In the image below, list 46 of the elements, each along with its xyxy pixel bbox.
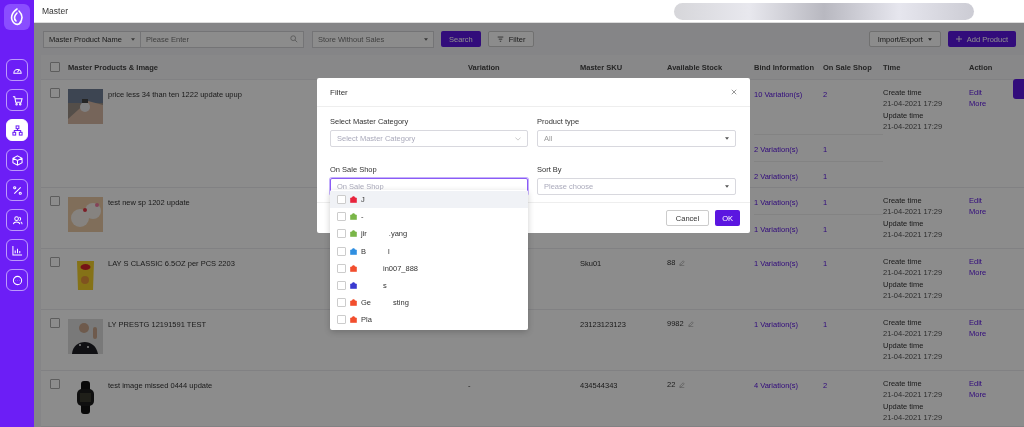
page-title: Master xyxy=(42,6,68,16)
percent-icon xyxy=(11,184,23,196)
option-checkbox[interactable] xyxy=(337,195,346,205)
caret-icon xyxy=(131,37,135,41)
row-checkbox[interactable] xyxy=(49,196,60,206)
sitemap-icon xyxy=(11,124,23,136)
row-checkbox[interactable] xyxy=(49,257,60,267)
nav-percent-button[interactable] xyxy=(6,179,28,201)
chevron-icon xyxy=(515,136,521,141)
nav-cart-button[interactable] xyxy=(6,89,28,111)
edit-icon[interactable] xyxy=(679,381,686,388)
caret-icon xyxy=(725,184,729,188)
cart-icon xyxy=(11,94,23,106)
option-checkbox[interactable] xyxy=(337,298,346,308)
search-icon[interactable] xyxy=(290,35,298,43)
option-checkbox[interactable] xyxy=(337,229,346,239)
plus-icon xyxy=(955,36,962,42)
select-all-checkbox[interactable] xyxy=(49,62,60,72)
nav-users-button[interactable] xyxy=(6,209,28,231)
close-icon[interactable] xyxy=(731,89,737,95)
filter-icon xyxy=(496,35,504,43)
nav-sitemap-button[interactable] xyxy=(6,119,28,141)
dialog-title: Filter xyxy=(330,87,348,97)
row-checkbox[interactable] xyxy=(49,379,60,389)
chat-icon xyxy=(11,274,23,286)
option-checkbox[interactable] xyxy=(337,212,346,222)
option-checkbox[interactable] xyxy=(337,263,346,273)
option-checkbox[interactable] xyxy=(337,315,346,325)
help-tab[interactable] xyxy=(1013,79,1024,99)
row-checkbox[interactable] xyxy=(49,88,60,98)
edit-icon[interactable] xyxy=(687,320,694,327)
box-icon xyxy=(11,154,23,166)
row-checkbox[interactable] xyxy=(49,318,60,328)
logo-icon xyxy=(4,4,30,30)
option-checkbox[interactable] xyxy=(337,246,346,256)
nav-gauge-button[interactable] xyxy=(6,59,28,81)
caret-icon xyxy=(927,37,932,41)
caret-icon xyxy=(424,37,428,41)
option-checkbox[interactable] xyxy=(337,281,346,291)
nav-chat-button[interactable] xyxy=(6,269,28,291)
chart-icon xyxy=(11,244,23,256)
nav-box-button[interactable] xyxy=(6,149,28,171)
edit-icon[interactable] xyxy=(679,259,686,266)
users-icon xyxy=(11,214,23,226)
nav-chart-button[interactable] xyxy=(6,239,28,261)
caret-icon xyxy=(725,137,729,140)
